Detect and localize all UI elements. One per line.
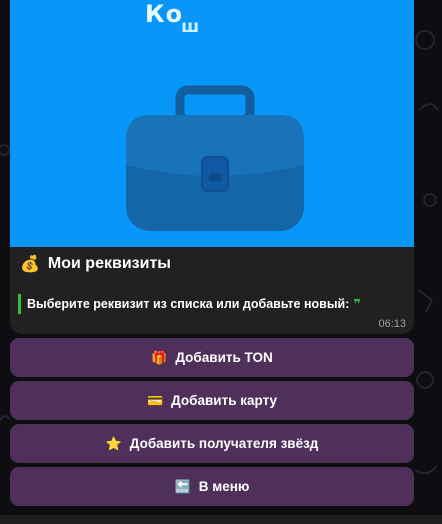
credit-card-icon: 💳 (146, 392, 164, 408)
message-banner-image: Кош (10, 0, 414, 247)
message-title-text: Мои реквизиты (47, 255, 171, 272)
message-title: 💰 Мои реквизиты (20, 254, 171, 274)
quote-text: Выберите реквизит из списка или добавьте… (27, 297, 350, 311)
add-card-button[interactable]: 💳 Добавить карту (10, 381, 414, 420)
banner-logo-text: Ко (145, 0, 184, 28)
back-to-menu-button[interactable]: 🔙 В меню (10, 467, 414, 506)
bot-message-bubble: Кош 💰 Мои реквизиты Выберите реквизит из… (10, 0, 414, 334)
gift-icon: 🎁 (151, 349, 168, 365)
add-ton-button[interactable]: 🎁 Добавить TON (10, 338, 414, 377)
add-ton-label: Добавить TON (175, 350, 273, 365)
message-quote: Выберите реквизит из списка или добавьте… (18, 294, 361, 314)
quote-mark-icon: ❞ (353, 297, 361, 311)
briefcase-icon (126, 85, 304, 231)
money-bag-icon: 💰 (20, 256, 40, 273)
add-card-label: Добавить карту (171, 393, 278, 408)
add-stars-recipient-button[interactable]: ⭐ Добавить получателя звёзд (10, 424, 414, 463)
star-icon: ⭐ (105, 435, 122, 451)
banner-logo: Кош (145, 0, 202, 37)
back-icon: 🔙 (174, 478, 191, 494)
bottom-input-bar (0, 515, 442, 524)
back-to-menu-label: В меню (198, 479, 250, 494)
message-timestamp: 06:13 (378, 318, 406, 330)
add-stars-recipient-label: Добавить получателя звёзд (129, 436, 319, 451)
banner-logo-sub: ш (181, 17, 201, 37)
